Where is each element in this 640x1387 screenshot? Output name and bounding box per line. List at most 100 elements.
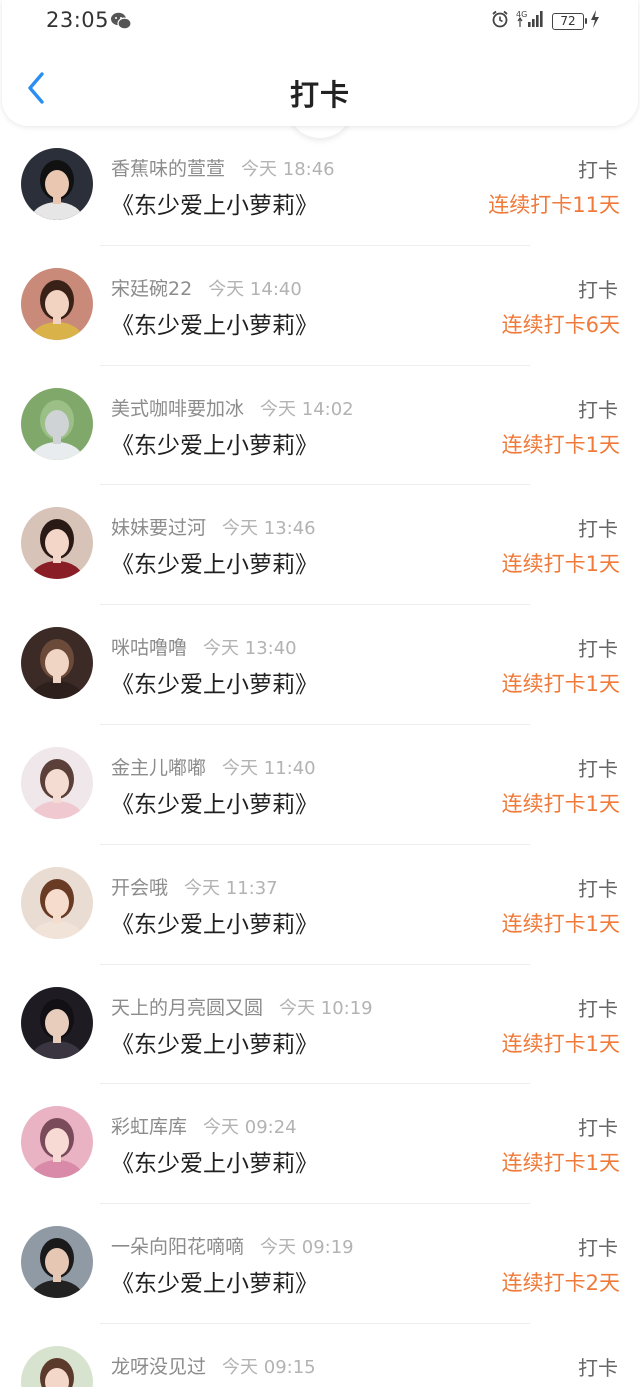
user-name[interactable]: 香蕉味的萱萱 bbox=[111, 158, 225, 180]
charging-icon bbox=[590, 10, 600, 32]
checkin-label: 打卡 bbox=[578, 876, 618, 901]
user-meta: 一朵向阳花嘀嘀 今天 09:19 bbox=[111, 1232, 354, 1259]
status-bar: 23:05 4G 72 bbox=[2, 0, 638, 44]
user-name[interactable]: 龙呀没见过 bbox=[111, 1356, 206, 1378]
user-meta: 咪咕噜噜 今天 13:40 bbox=[111, 633, 297, 660]
checkin-label: 打卡 bbox=[578, 637, 618, 662]
book-title[interactable]: 《东少爱上小萝莉》 bbox=[111, 306, 318, 340]
user-meta: 开会哦 今天 11:37 bbox=[111, 873, 278, 900]
list-item[interactable]: 龙呀没见过今天 09:15《东少爱上小萝莉》打卡 bbox=[0, 1324, 640, 1387]
list-item[interactable]: 咪咕噜噜 今天 13:40 《东少爱上小萝莉》 打卡连续打卡1天 bbox=[0, 605, 640, 725]
avatar[interactable] bbox=[21, 986, 93, 1059]
streak-count: 连续打卡6天 bbox=[501, 312, 620, 337]
book-title[interactable]: 《东少爱上小萝莉》 bbox=[111, 1264, 318, 1298]
book-title[interactable]: 《东少爱上小萝莉》 bbox=[111, 426, 318, 460]
user-meta: 金主儿嘟嘟 今天 11:40 bbox=[111, 753, 316, 780]
timestamp: 今天 14:02 bbox=[260, 398, 354, 420]
status-time: 23:05 bbox=[46, 8, 110, 32]
streak-count: 连续打卡11天 bbox=[488, 193, 620, 217]
book-title[interactable]: 《东少爱上小萝莉》 bbox=[111, 1144, 318, 1178]
book-title[interactable]: 《东少爱上小萝莉》 bbox=[111, 665, 318, 699]
streak-count: 连续打卡1天 bbox=[501, 1031, 620, 1056]
timestamp: 今天 10:19 bbox=[279, 997, 373, 1019]
avatar[interactable] bbox=[21, 267, 93, 340]
book-title[interactable]: 《东少爱上小萝莉》 bbox=[111, 186, 318, 220]
status-icons: 4G 72 bbox=[490, 10, 600, 32]
book-title[interactable]: 《东少爱上小萝莉》 bbox=[111, 785, 318, 819]
list-item[interactable]: 妹妹要过河 今天 13:46 《东少爱上小萝莉》 打卡连续打卡1天 bbox=[0, 485, 640, 606]
list-item[interactable]: 彩虹库库 今天 09:24 《东少爱上小萝莉》 打卡连续打卡1天 bbox=[0, 1084, 640, 1205]
user-meta: 宋廷碗22 今天 14:40 bbox=[111, 274, 302, 301]
checkin-label: 打卡 bbox=[578, 1236, 618, 1261]
user-meta: 天上的月亮圆又圆 今天 10:19 bbox=[111, 993, 373, 1020]
book-title[interactable]: 《东少爱上小萝莉》 bbox=[111, 1025, 318, 1059]
checkin-label: 打卡 bbox=[578, 397, 618, 422]
alarm-icon bbox=[490, 9, 510, 33]
signal-icon: 4G bbox=[516, 9, 546, 33]
timestamp: 今天 18:46 bbox=[241, 159, 335, 180]
avatar[interactable] bbox=[21, 746, 93, 819]
avatar[interactable] bbox=[21, 1226, 93, 1299]
timestamp: 今天 13:40 bbox=[203, 638, 297, 660]
timestamp: 今天 11:40 bbox=[222, 757, 316, 779]
user-name[interactable]: 宋廷碗22 bbox=[111, 278, 192, 300]
streak-count: 连续打卡1天 bbox=[501, 791, 620, 816]
user-name[interactable]: 天上的月亮圆又圆 bbox=[111, 997, 263, 1019]
timestamp: 今天 09:24 bbox=[203, 1117, 297, 1139]
avatar[interactable] bbox=[21, 866, 93, 939]
avatar[interactable] bbox=[21, 1345, 93, 1387]
user-name[interactable]: 美式咖啡要加冰 bbox=[111, 398, 244, 420]
user-meta: 彩虹库库 今天 09:24 bbox=[111, 1112, 297, 1139]
checkin-label: 打卡 bbox=[578, 756, 618, 781]
battery-indicator: 72 bbox=[552, 12, 587, 30]
list-item[interactable]: 宋廷碗22 今天 14:40 《东少爱上小萝莉》 打卡连续打卡6天 bbox=[0, 246, 640, 366]
checkin-label: 打卡 bbox=[578, 996, 618, 1021]
avatar[interactable] bbox=[21, 148, 93, 220]
timestamp: 今天 09:19 bbox=[260, 1237, 354, 1259]
list-item[interactable]: 天上的月亮圆又圆 今天 10:19 《东少爱上小萝莉》 打卡连续打卡1天 bbox=[0, 965, 640, 1085]
checkin-label: 打卡 bbox=[578, 158, 618, 182]
header: 23:05 4G 72 打卡 bbox=[2, 0, 638, 126]
avatar[interactable] bbox=[21, 1106, 93, 1179]
streak-count: 连续打卡1天 bbox=[501, 1151, 620, 1176]
page-title: 打卡 bbox=[289, 78, 350, 112]
list-item[interactable]: 一朵向阳花嘀嘀 今天 09:19 《东少爱上小萝莉》 打卡连续打卡2天 bbox=[0, 1204, 640, 1324]
list-item[interactable]: 金主儿嘟嘟 今天 11:40 《东少爱上小萝莉》 打卡连续打卡1天 bbox=[0, 725, 640, 845]
nav-bar: 打卡 bbox=[2, 54, 638, 126]
user-name[interactable]: 开会哦 bbox=[111, 877, 168, 899]
streak-count: 连续打卡1天 bbox=[501, 911, 620, 936]
avatar[interactable] bbox=[21, 507, 93, 580]
avatar[interactable] bbox=[21, 627, 93, 700]
checkin-label: 打卡 bbox=[578, 517, 618, 542]
user-meta: 香蕉味的萱萱 今天 18:46 bbox=[111, 154, 335, 181]
streak-count: 连续打卡2天 bbox=[501, 1271, 620, 1296]
list-item[interactable]: 开会哦 今天 11:37 《东少爱上小萝莉》 打卡连续打卡1天 bbox=[0, 845, 640, 965]
timestamp: 今天 11:37 bbox=[184, 877, 278, 899]
timestamp: 今天 09:15 bbox=[222, 1356, 316, 1378]
list-item[interactable]: 美式咖啡要加冰 今天 14:02 《东少爱上小萝莉》 打卡连续打卡1天 bbox=[0, 366, 640, 486]
checkin-label: 打卡 bbox=[578, 1355, 618, 1380]
user-meta: 妹妹要过河 今天 13:46 bbox=[111, 513, 316, 540]
checkin-label: 打卡 bbox=[578, 277, 618, 302]
wechat-icon bbox=[110, 11, 132, 31]
user-name[interactable]: 彩虹库库 bbox=[111, 1116, 187, 1138]
user-name[interactable]: 妹妹要过河 bbox=[111, 517, 206, 539]
streak-count: 连续打卡1天 bbox=[501, 672, 620, 697]
checkin-list: 香蕉味的萱萱 今天 18:46 《东少爱上小萝莉》 打卡 连续打卡11天 宋廷碗22 今天 … bbox=[0, 126, 640, 1387]
book-title[interactable]: 《东少爱上小萝莉》 bbox=[111, 545, 318, 579]
user-name[interactable]: 咪咕噜噜 bbox=[111, 637, 187, 659]
avatar[interactable] bbox=[21, 387, 93, 460]
book-title[interactable]: 《东少爱上小萝莉》 bbox=[111, 905, 318, 939]
screen: 23:05 4G 72 打卡 香蕉味的萱萱 今天 18:46 《东少爱上小萝莉》… bbox=[0, 0, 640, 1387]
streak-count: 连续打卡1天 bbox=[501, 552, 620, 577]
list-item[interactable]: 香蕉味的萱萱 今天 18:46 《东少爱上小萝莉》 打卡连续打卡11天 bbox=[0, 126, 640, 246]
user-name[interactable]: 一朵向阳花嘀嘀 bbox=[111, 1236, 244, 1258]
user-name[interactable]: 金主儿嘟嘟 bbox=[111, 757, 206, 779]
network-label: 4G bbox=[516, 10, 527, 19]
streak-count: 连续打卡1天 bbox=[501, 432, 620, 457]
checkin-label: 打卡 bbox=[578, 1116, 618, 1141]
timestamp: 今天 13:46 bbox=[222, 518, 316, 540]
user-meta: 龙呀没见过 今天 09:15 bbox=[111, 1352, 316, 1379]
timestamp: 今天 14:40 bbox=[208, 278, 302, 300]
user-meta: 美式咖啡要加冰 今天 14:02 bbox=[111, 394, 354, 421]
